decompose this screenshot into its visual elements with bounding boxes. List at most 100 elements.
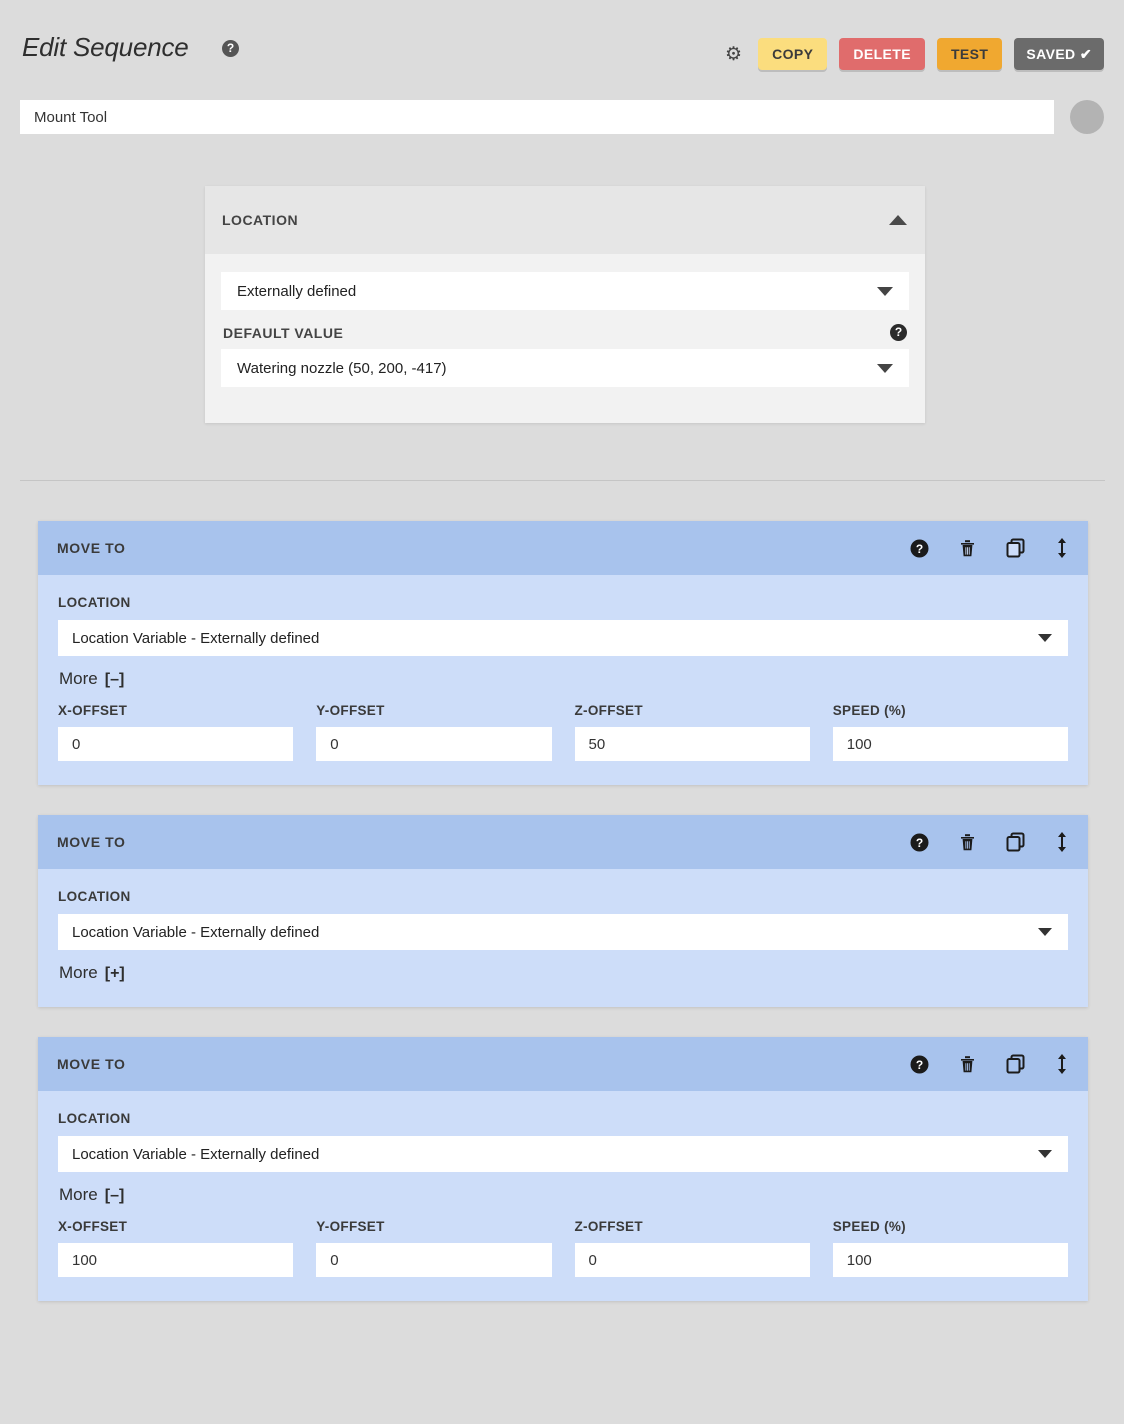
trash-icon[interactable] [959,1054,976,1074]
more-toggle-icon: [+] [104,965,125,982]
offset-field-speed: SPEED (%) [832,703,1068,761]
drag-handle-icon[interactable] [1056,537,1068,559]
offset-field-z: Z-OFFSET [574,703,810,761]
trash-icon[interactable] [959,538,976,558]
caret-up-icon[interactable] [889,215,907,225]
gear-icon[interactable]: ⚙ [725,45,742,64]
copy-icon[interactable] [1006,832,1026,852]
default-value-label-row: DEFAULT VALUE ? [223,324,907,341]
step-title: MOVE TO [57,540,126,556]
offset-label: Z-OFFSET [574,703,643,718]
header-toolbar: ⚙ COPY DELETE TEST SAVED ✔ [725,38,1104,70]
page-header: Edit Sequence ? ⚙ COPY DELETE TEST SAVED… [0,0,1124,100]
offset-label: Z-OFFSET [574,1219,643,1234]
step-move-to-2: MOVE TO ? LOCATION Location Variable - E [38,815,1088,1007]
step-location-label: LOCATION [58,595,131,610]
step-location-select[interactable]: Location Variable - Externally defined [58,914,1068,950]
location-variable-title: LOCATION [222,212,299,228]
offset-input[interactable] [316,1243,552,1277]
copy-icon[interactable] [1006,538,1026,558]
offset-field-z: Z-OFFSET [574,1219,810,1277]
offset-input[interactable] [574,1243,810,1277]
step-header: MOVE TO ? [38,815,1088,869]
default-value-select[interactable]: Watering nozzle (50, 200, -417) [221,349,909,387]
chevron-down-icon [1038,928,1052,936]
offset-field-speed: SPEED (%) [832,1219,1068,1277]
step-location-select[interactable]: Location Variable - Externally defined [58,1136,1068,1172]
default-value-help-icon[interactable]: ? [890,324,907,341]
offset-label: Y-OFFSET [316,1219,385,1234]
page-title: Edit Sequence [22,32,189,62]
step-move-to-3: MOVE TO ? LOCATION Location Variable - E [38,1037,1088,1301]
offset-label: Y-OFFSET [316,703,385,718]
trash-icon[interactable] [959,832,976,852]
help-circle-icon[interactable]: ? [910,1055,929,1074]
more-toggle-row[interactable]: More [+] [59,963,125,983]
sequence-steps-list: MOVE TO ? LOCATION Location Variable - E [38,521,1088,1331]
step-move-to-1: MOVE TO ? LOCATION Location Variable - E [38,521,1088,785]
variable-scope-select[interactable]: Externally defined [221,272,909,310]
offset-input[interactable] [574,727,810,761]
default-value-label: DEFAULT VALUE [223,324,344,341]
step-header: MOVE TO ? [38,521,1088,575]
step-location-label: LOCATION [58,1111,131,1126]
more-label: More [59,963,98,982]
svg-text:?: ? [916,1058,923,1072]
step-location-value: Location Variable - Externally defined [72,923,320,941]
step-body: LOCATION Location Variable - Externally … [38,575,1088,785]
step-header: MOVE TO ? [38,1037,1088,1091]
offset-field-y: Y-OFFSET [316,703,552,761]
step-offsets: X-OFFSET Y-OFFSET Z-OFFSET SPEED (%) [58,1219,1068,1277]
offset-label: SPEED (%) [832,1219,906,1234]
chevron-down-icon [877,287,893,296]
step-title: MOVE TO [57,1056,126,1072]
step-offsets: X-OFFSET Y-OFFSET Z-OFFSET SPEED (%) [58,703,1068,761]
sequence-color-picker[interactable] [1070,100,1104,134]
offset-input[interactable] [58,1243,294,1277]
drag-handle-icon[interactable] [1056,831,1068,853]
offset-input[interactable] [832,727,1068,761]
location-variable-body: Externally defined DEFAULT VALUE ? Water… [205,254,925,423]
step-location-value: Location Variable - Externally defined [72,1145,320,1163]
svg-text:?: ? [916,542,923,556]
step-actions: ? [910,831,1068,853]
offset-input[interactable] [832,1243,1068,1277]
step-body: LOCATION Location Variable - Externally … [38,1091,1088,1301]
chevron-down-icon [877,364,893,373]
offset-field-y: Y-OFFSET [316,1219,552,1277]
offset-label: SPEED (%) [832,703,906,718]
test-button[interactable]: TEST [936,38,1003,70]
offset-input[interactable] [58,727,294,761]
step-actions: ? [910,537,1068,559]
help-circle-icon[interactable]: ? [910,539,929,558]
copy-icon[interactable] [1006,1054,1026,1074]
step-title: MOVE TO [57,834,126,850]
page-title-help-icon[interactable]: ? [222,40,239,58]
offset-input[interactable] [316,727,552,761]
offset-field-x: X-OFFSET [58,703,294,761]
more-toggle-row[interactable]: More [–] [59,669,124,689]
step-actions: ? [910,1053,1068,1075]
step-location-select[interactable]: Location Variable - Externally defined [58,620,1068,656]
sequence-name-input[interactable] [20,100,1054,134]
delete-button[interactable]: DELETE [839,38,925,70]
offset-label: X-OFFSET [58,703,128,718]
step-body: LOCATION Location Variable - Externally … [38,869,1088,1007]
copy-button[interactable]: COPY [758,38,828,70]
drag-handle-icon[interactable] [1056,1053,1068,1075]
more-label: More [59,669,98,688]
more-toggle-icon: [–] [104,1187,125,1204]
variable-scope-value: Externally defined [237,282,357,300]
sequence-name-row [0,100,1124,134]
location-variable-header[interactable]: LOCATION [205,186,925,254]
more-label: More [59,1185,98,1204]
help-circle-icon[interactable]: ? [910,833,929,852]
saved-button[interactable]: SAVED ✔ [1014,38,1104,70]
chevron-down-icon [1038,1150,1052,1158]
default-value-text: Watering nozzle (50, 200, -417) [237,359,447,377]
offset-field-x: X-OFFSET [58,1219,294,1277]
offset-label: X-OFFSET [58,1219,128,1234]
step-location-value: Location Variable - Externally defined [72,629,320,647]
more-toggle-row[interactable]: More [–] [59,1185,124,1205]
more-toggle-icon: [–] [104,671,125,688]
